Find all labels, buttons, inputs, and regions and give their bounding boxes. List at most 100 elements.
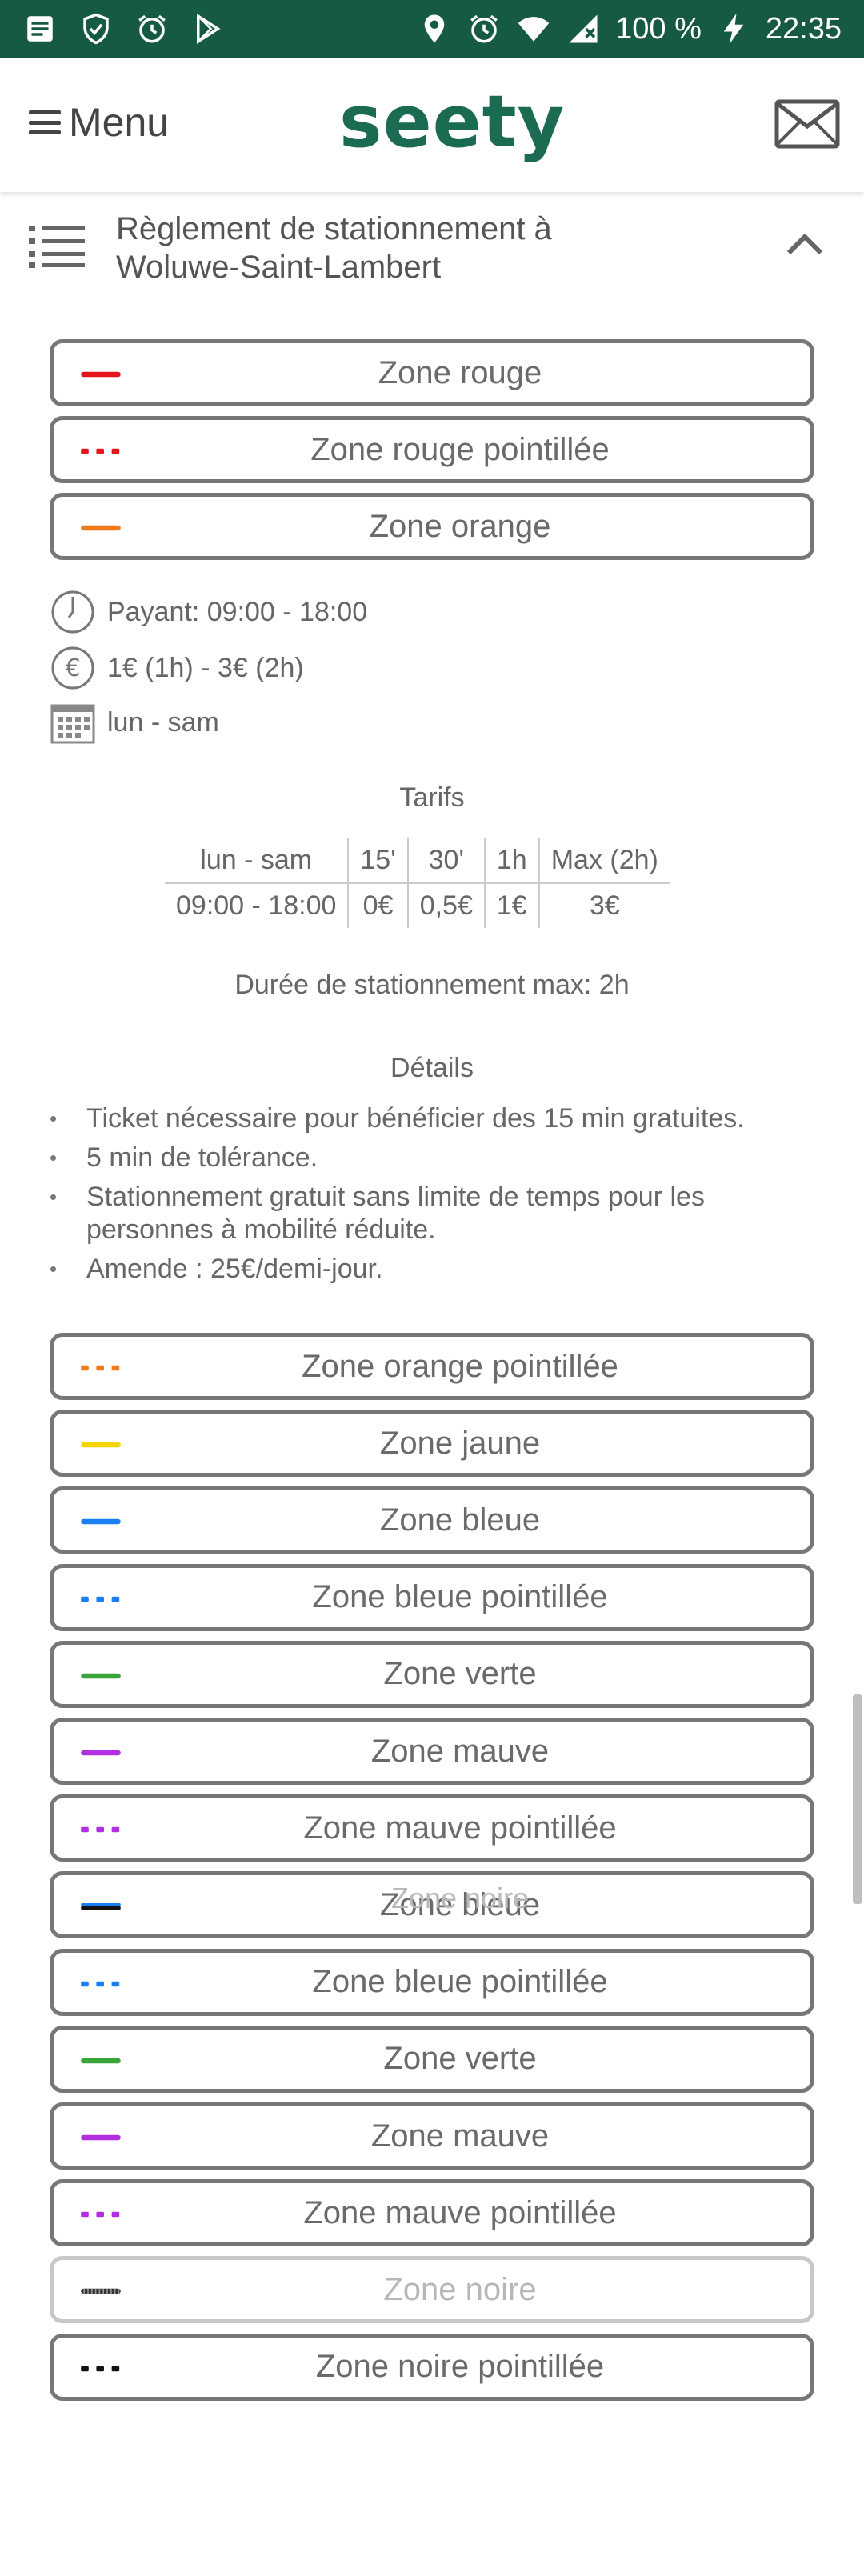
zone-line-icon [81,1442,121,1448]
zone-label: Zone rouge pointillée [310,431,610,467]
zone-button[interactable]: Zone mauve [50,1718,814,1785]
days-info: lun - sam [50,699,219,746]
tarifs-cell: 3€ [538,883,670,928]
zone-label: Zone jaune [379,1425,541,1461]
charging-icon [716,11,751,46]
details-item: Ticket nécessaire pour bénéficier des 15… [50,1102,818,1135]
wifi-icon [516,11,551,46]
list-icon [29,226,85,268]
hamburger-icon [29,110,61,134]
zone-label: Zone mauve [370,2118,550,2154]
euro-icon: € [51,646,94,690]
price-text: 1€ (1h) - 3€ (2h) [107,652,304,683]
price-info: € 1€ (1h) - 3€ (2h) [50,645,304,691]
hours-text: Payant: 09:00 - 18:00 [107,596,368,627]
zone-button[interactable]: Zone orange [50,493,814,560]
zone-button[interactable]: Zone mauve pointillée [50,1794,814,1862]
zone-label: Zone verte [383,2041,537,2077]
scrollbar[interactable] [853,1694,862,1904]
hours-info: Payant: 09:00 - 18:00 [50,589,367,635]
battery-percent: 100 % [615,11,702,46]
zone-line-icon [81,1826,120,1833]
zone-button[interactable]: Zone rouge pointillée [50,416,814,483]
tarifs-header-row: lun - sam 15' 30' 1h Max (2h) [165,838,670,884]
seety-logo: seety [339,80,566,164]
alarm-icon [466,11,502,46]
zone-button[interactable]: Zone verte [50,2025,814,2093]
tarifs-header-cell: lun - sam [165,838,349,884]
tarifs-cell: 09:00 - 18:00 [176,890,337,921]
zone-button[interactable]: Zone noire Zone bleue [50,1871,814,1939]
zone-line-icon [81,1750,121,1756]
menu-button[interactable]: Menu [29,99,169,146]
zone-button[interactable]: Zone bleue [50,1486,814,1554]
zone-button[interactable]: Zone rouge [50,339,814,406]
tarifs-title: Tarifs [399,782,465,813]
zone-label: Zone orange [369,508,551,544]
tarifs-cell: 1€ [483,883,539,928]
rules-section-header[interactable]: Règlement de stationnement à Woluwe-Sain… [0,200,864,296]
zone-line-icon [81,2289,121,2294]
zone-label: Zone rouge [378,354,542,390]
mail-button[interactable] [774,99,840,149]
tarifs-cell: 0,5€ [406,883,485,928]
alarm-icon [134,11,170,46]
zone-button[interactable]: Zone bleue pointillée [50,1948,814,2016]
tarifs-header-cell: Max (2h) [538,838,670,884]
clock-icon [51,590,94,634]
tarifs-cell: 0€ [347,883,408,928]
tarifs-header-cell: 1h [483,838,539,884]
details-item: Amende : 25€/demi-jour. [50,1253,818,1286]
zone-line-icon [81,2058,121,2063]
zone-button[interactable]: Zone verte [50,1640,814,1708]
zone-button[interactable]: Zone jaune [50,1410,814,1478]
play-store-icon [190,11,226,46]
chevron-up-icon[interactable] [786,232,824,256]
zone-button[interactable]: Zone mauve pointillée [50,2179,814,2247]
details-list: Ticket nécessaire pour bénéficier des 15… [50,1102,818,1292]
zone-label: Zone bleue pointillée [312,1964,608,2000]
zone-label: Zone orange pointillée [302,1348,618,1384]
calendar-icon [50,704,95,744]
zone-button[interactable]: Zone bleue pointillée [50,1563,814,1631]
tarifs-table: lun - sam 15' 30' 1h Max (2h) 09:00 - 18… [165,838,670,928]
zone-line-icon [81,1519,121,1525]
zone-overlay-label: Zone noire [390,1882,530,1915]
tarifs-header-cell: 15' [347,838,408,884]
rules-title-line2: Woluwe-Saint-Lambert [116,250,442,285]
zone-button[interactable]: Zone orange pointillée [50,1333,814,1400]
details-item: 5 min de tolérance. [50,1142,818,1174]
tarifs-row: 09:00 - 18:00 0€ 0,5€ 1€ 3€ [165,883,670,928]
zone-line-icon [81,525,121,531]
zone-line-icon [81,1365,120,1371]
max-duration: Durée de stationnement max: 2h [234,970,630,1000]
zone-line-icon [81,1673,121,1678]
shield-check-icon [78,11,114,46]
app-header: Menu seety [0,58,864,192]
signal-icon [566,11,601,46]
zone-line-icon [81,371,121,378]
zone-line-icon [81,2134,121,2141]
details-title: Détails [390,1053,474,1083]
days-text: lun - sam [107,706,219,738]
zone-button[interactable]: Zone mauve [50,2102,814,2170]
zone-button[interactable]: Zone noire [50,2256,814,2324]
rules-title: Règlement de stationnement à Woluwe-Sain… [116,210,756,286]
zone-label: Zone bleue [379,1502,541,1538]
zone-label: Zone noire pointillée [315,2349,605,2385]
zone-line-icon [81,1596,120,1602]
clock-time: 22:35 [765,11,842,46]
svg-text:€: € [65,654,80,682]
zone-line-icon [81,448,120,454]
zone-line-icon [81,2366,120,2371]
zone-line-icon [81,1981,120,1986]
menu-label: Menu [69,100,170,145]
envelope-icon [774,99,840,149]
zone-label: Zone bleue pointillée [312,1579,608,1615]
zone-line-icon [81,2211,120,2218]
tarifs-header-cell: 30' [406,838,485,884]
zone-button[interactable]: Zone noire pointillée [50,2333,814,2401]
notes-icon [22,11,58,46]
zone-label: Zone verte [383,1656,537,1692]
zone-label: Zone mauve pointillée [303,1810,617,1846]
